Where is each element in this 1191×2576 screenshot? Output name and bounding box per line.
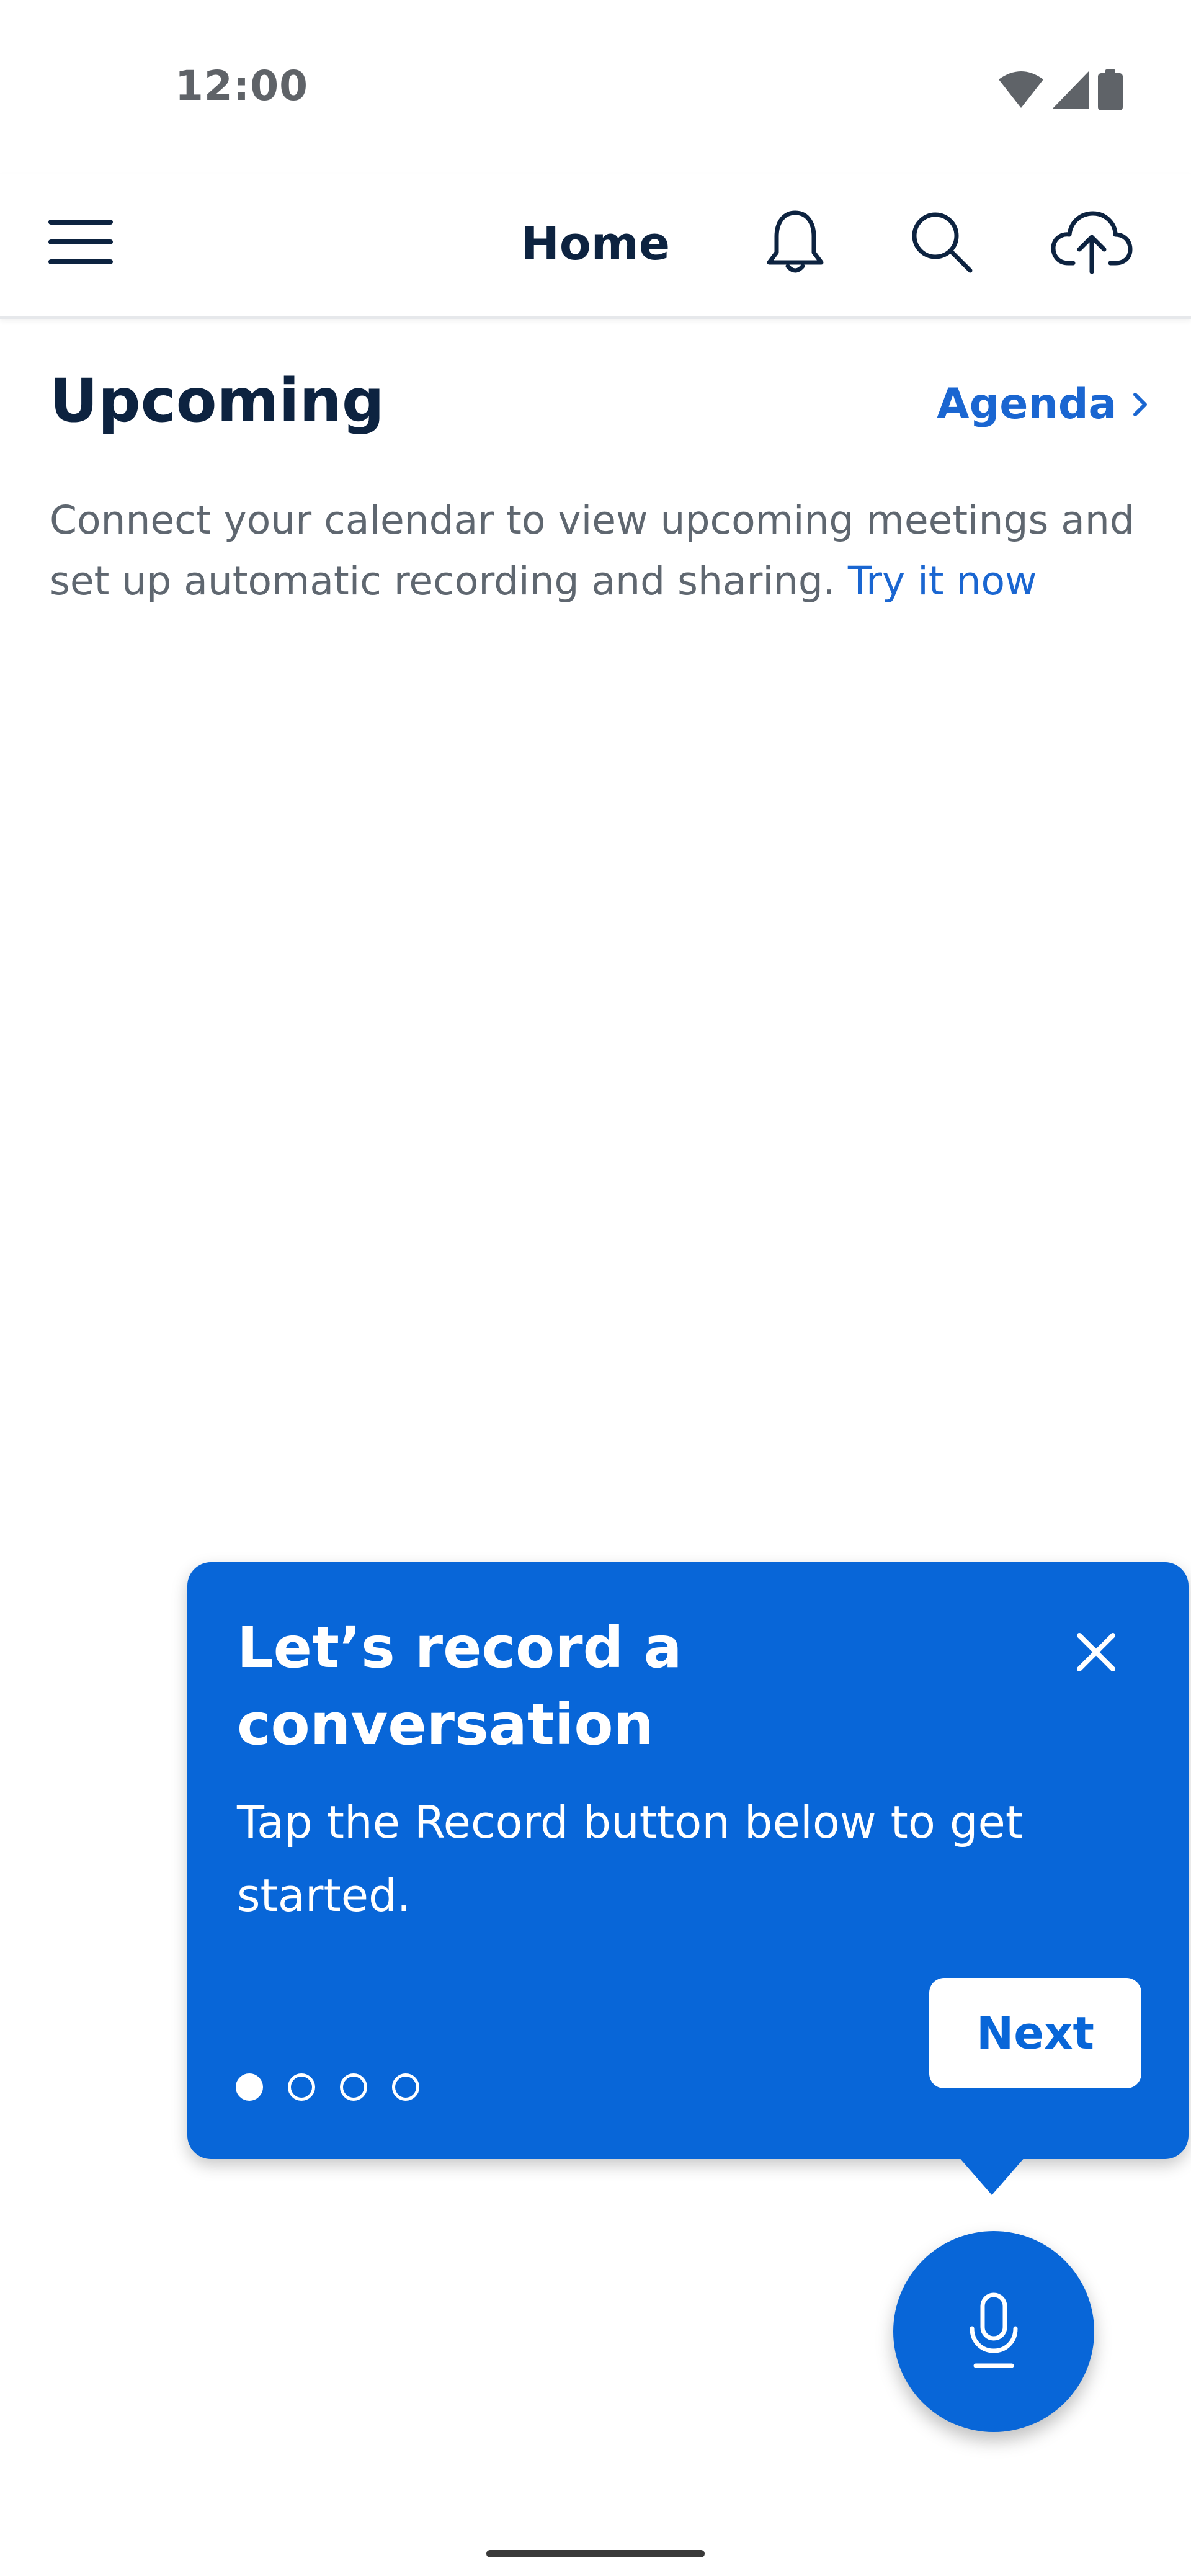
coachmark-tooltip: Let’s record a conversation Tap the Reco…: [187, 1562, 1189, 2159]
close-icon: [1077, 1633, 1115, 1671]
app-bar: Home: [0, 174, 1191, 319]
step-dot: [288, 2073, 315, 2101]
step-indicator: [236, 2073, 419, 2101]
upload-button[interactable]: [1048, 205, 1135, 279]
step-dot: [392, 2073, 419, 2101]
cloud-upload-icon: [1051, 211, 1133, 274]
status-bar: 12:00: [0, 0, 1191, 174]
tooltip-pointer: [958, 2157, 1025, 2195]
menu-button[interactable]: [43, 205, 118, 279]
status-icons: [999, 68, 1123, 112]
tooltip-title: Let’s record a conversation: [237, 1614, 682, 1758]
upcoming-description: Connect your calendar to view upcoming m…: [50, 490, 1166, 612]
status-time: 12:00: [175, 62, 309, 110]
search-button[interactable]: [904, 205, 979, 279]
upcoming-title: Upcoming: [50, 366, 385, 436]
wifi-icon: [999, 71, 1043, 108]
search-icon: [912, 212, 973, 273]
menu-icon: [48, 220, 113, 264]
chevron-right-icon: [1133, 392, 1148, 416]
page-title: Home: [520, 217, 671, 271]
next-button[interactable]: Next: [929, 1978, 1141, 2088]
agenda-label: Agenda: [937, 380, 1117, 429]
battery-icon: [1098, 69, 1123, 110]
step-dot: [340, 2073, 367, 2101]
record-button[interactable]: [893, 2231, 1094, 2432]
step-dot: [236, 2073, 263, 2101]
signal-icon: [1052, 71, 1089, 109]
bell-icon: [767, 210, 824, 273]
try-it-now-link[interactable]: Try it now: [848, 558, 1037, 604]
tooltip-body: Tap the Record button below to get start…: [237, 1796, 1024, 1921]
microphone-icon: [970, 2292, 1018, 2368]
tooltip-close-button[interactable]: [1062, 1618, 1130, 1686]
gesture-navigation-bar[interactable]: [486, 2550, 705, 2557]
notifications-button[interactable]: [758, 205, 832, 279]
agenda-link[interactable]: Agenda: [937, 380, 1148, 429]
